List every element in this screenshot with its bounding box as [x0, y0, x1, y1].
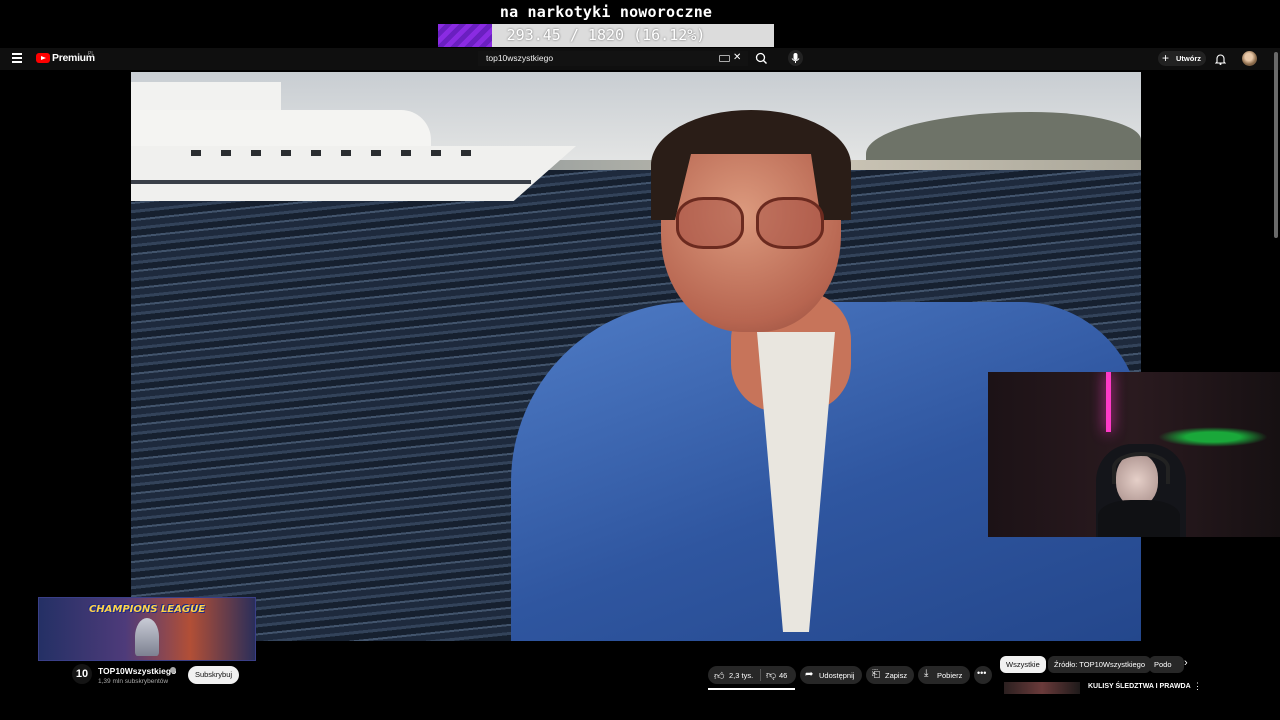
- create-button-label: Utwórz: [1176, 54, 1201, 63]
- video-player[interactable]: [131, 72, 1141, 641]
- donation-goal-bar: 293.45 / 1820 (16.12%): [438, 24, 774, 47]
- chevron-right-icon[interactable]: ›: [1184, 657, 1188, 669]
- divider: [760, 669, 761, 681]
- search-button[interactable]: [754, 51, 769, 66]
- donation-goal-progress-text: 293.45 / 1820 (16.12%): [506, 26, 706, 44]
- avatar[interactable]: [1242, 51, 1257, 66]
- logo-region-code: PL: [88, 51, 95, 57]
- save-label: Zapisz: [885, 671, 908, 680]
- streamer-body: [1098, 500, 1180, 537]
- thumbs-down-icon[interactable]: 👎︎: [766, 669, 776, 681]
- share-label: Udostępnij: [819, 671, 855, 680]
- mic-icon: [791, 53, 800, 63]
- dislike-count[interactable]: 46: [779, 671, 787, 680]
- yacht-deck: [131, 110, 431, 146]
- headset: [1112, 452, 1170, 484]
- channel-avatar[interactable]: 10: [72, 664, 92, 684]
- ellipsis-icon: •••: [977, 668, 987, 678]
- keyboard-icon[interactable]: [719, 55, 730, 62]
- subscribe-button[interactable]: Subskrybuj: [188, 666, 239, 684]
- scrollbar[interactable]: [1274, 52, 1278, 238]
- yacht-stripe: [131, 180, 531, 184]
- donation-goal-title: na narkotyki noworoczne: [499, 3, 713, 21]
- verified-icon: [170, 667, 176, 673]
- chip-all[interactable]: Wszystkie: [1000, 656, 1046, 673]
- yacht-windows: [191, 150, 491, 156]
- related-video-thumbnail[interactable]: [1004, 682, 1080, 694]
- champions-league-banner: CHAMPIONS LEAGUE: [38, 597, 256, 661]
- share-icon: ➦: [805, 669, 814, 680]
- youtube-logo-icon[interactable]: [36, 53, 50, 63]
- like-underline: [708, 688, 795, 690]
- chip-source[interactable]: Źródło: TOP10Wszystkiego: [1048, 656, 1152, 673]
- menu-icon[interactable]: [12, 53, 22, 63]
- search-icon: [755, 52, 767, 64]
- like-count[interactable]: 2,3 tys.: [729, 671, 753, 680]
- webcam-green-light: [1158, 427, 1268, 447]
- plus-icon: +: [1162, 51, 1170, 65]
- bell-icon[interactable]: [1214, 52, 1227, 65]
- close-icon[interactable]: ✕: [733, 52, 741, 63]
- streamer-webcam: [988, 372, 1280, 537]
- thumbs-up-icon[interactable]: 👍︎: [714, 670, 724, 682]
- subscriber-count: 1,39 mln subskrybentów: [98, 678, 169, 685]
- banner-text: CHAMPIONS LEAGUE: [88, 604, 206, 615]
- trophy-icon: [135, 618, 159, 656]
- download-icon: ⤓: [924, 668, 929, 679]
- webcam-neon-light: [1106, 372, 1111, 432]
- search-input-value[interactable]: top10wszystkiego: [486, 53, 553, 63]
- voice-search-button[interactable]: [788, 50, 803, 66]
- channel-name[interactable]: TOP10Wszystkiego: [98, 666, 176, 676]
- bookmark-icon: ⎗: [872, 669, 880, 680]
- related-video-title[interactable]: KULISY ŚLEDZTWA I PRAWDA: [1088, 683, 1191, 690]
- yacht-upper-deck: [131, 82, 281, 112]
- download-label: Pobierz: [937, 671, 963, 680]
- more-vertical-icon[interactable]: ⋮: [1193, 681, 1202, 692]
- glasses: [676, 197, 826, 249]
- chip-partial[interactable]: Podo: [1149, 656, 1184, 673]
